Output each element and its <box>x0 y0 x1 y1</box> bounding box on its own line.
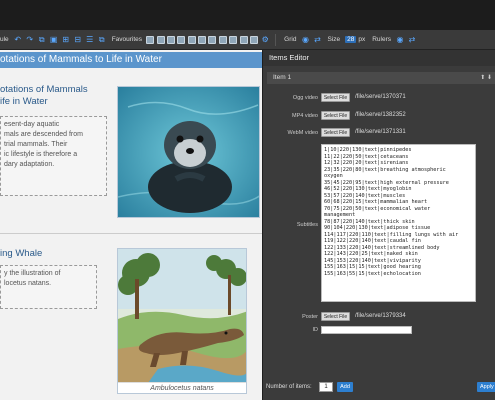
top-bar <box>0 0 495 30</box>
favourite-widget-icon[interactable] <box>166 35 175 44</box>
seal-illustration <box>118 87 259 217</box>
toolbar-left-label: ule <box>0 36 9 43</box>
image-caption[interactable]: Ambulocetus natans <box>118 382 246 393</box>
item-reorder-icons[interactable]: ⬆ ⬇ <box>480 72 492 84</box>
mp4-video-path: /file/serve/1382352 <box>355 112 406 118</box>
ungroup-icon[interactable]: ⊟ <box>73 35 82 44</box>
id-input[interactable] <box>321 326 412 334</box>
group-icon[interactable]: ⊞ <box>61 35 70 44</box>
subtitles-label: Subtitles <box>296 222 318 228</box>
ogg-video-label: Ogg video <box>292 95 318 101</box>
toolbar: ule ↶ ↷ ⧉ ▣ ⊞ ⊟ ☰ ⧉ Favourites ⚙ Grid ◉ … <box>0 30 495 50</box>
favourite-widget-icon[interactable] <box>249 35 258 44</box>
toolbar-divider <box>275 33 277 46</box>
subtitles-textarea[interactable]: 1|10|220|130|text|pinnipedes 11|22|220|5… <box>321 144 476 302</box>
favourite-widget-icon[interactable] <box>156 35 165 44</box>
favourite-widget-icon[interactable] <box>177 35 186 44</box>
favourite-widget-icon[interactable] <box>146 35 155 44</box>
grid-label: Grid <box>284 36 297 43</box>
size-label: Size <box>327 36 341 43</box>
poster-select-file-button[interactable]: Select File <box>321 312 350 321</box>
grid-size-input[interactable]: 28 <box>345 36 357 43</box>
slide-header[interactable]: otations of Mammals to Life in Water <box>0 52 262 68</box>
undo-icon[interactable]: ↶ <box>13 35 22 44</box>
ogg-video-path: /file/serve/1370371 <box>355 94 406 100</box>
copy-icon[interactable]: ⧉ <box>37 35 46 44</box>
seal-image[interactable] <box>117 86 260 218</box>
grid-visibility-icon[interactable]: ◉ <box>301 35 310 44</box>
rulers-visibility-icon[interactable]: ◉ <box>396 35 405 44</box>
item-label: Item 1 <box>273 74 292 81</box>
favourite-widget-icon[interactable] <box>218 35 227 44</box>
webm-select-file-button[interactable]: Select File <box>321 128 350 137</box>
section2-textbox[interactable]: y the illustration of locetus natans. <box>0 265 97 309</box>
section-divider <box>0 233 262 234</box>
ambulocetus-image[interactable] <box>117 248 247 394</box>
layers-icon[interactable]: ☰ <box>85 35 94 44</box>
settings-gear-icon[interactable]: ⚙ <box>261 35 270 44</box>
grid-snap-icon[interactable]: ⇄ <box>313 35 322 44</box>
favourites-label: Favourites <box>111 36 143 43</box>
redo-icon[interactable]: ↷ <box>25 35 34 44</box>
favourite-widget-icon[interactable] <box>208 35 217 44</box>
id-label: ID <box>312 327 319 333</box>
poster-label: Poster <box>302 314 318 320</box>
apply-button[interactable]: Apply <box>477 382 495 392</box>
size-unit: px <box>358 36 366 43</box>
duplicate-icon[interactable]: ⧉ <box>97 35 106 44</box>
add-button[interactable]: Add <box>337 382 353 392</box>
number-of-items-label: Number of items: <box>266 384 312 390</box>
panel-title: Items Editor <box>263 50 495 66</box>
favourite-widget-icon[interactable] <box>198 35 207 44</box>
item-header[interactable]: Item 1 ⬆ ⬇ <box>267 72 495 84</box>
favourite-widget-icon[interactable] <box>187 35 196 44</box>
mp4-select-file-button[interactable]: Select File <box>321 111 350 120</box>
number-of-items-input[interactable]: 1 <box>319 382 333 392</box>
slide-canvas: otations of Mammals to Life in Water ota… <box>0 50 262 400</box>
rulers-snap-icon[interactable]: ⇄ <box>408 35 417 44</box>
section2-title[interactable]: ing Whale <box>0 248 42 260</box>
rulers-label: Rulers <box>372 36 392 43</box>
webm-video-path: /file/serve/1371331 <box>355 129 406 135</box>
paste-icon[interactable]: ▣ <box>49 35 58 44</box>
ogg-select-file-button[interactable]: Select File <box>321 93 350 102</box>
webm-video-label: WebM video <box>287 130 318 136</box>
ambulocetus-illustration <box>118 249 246 383</box>
favourite-widget-icon[interactable] <box>229 35 238 44</box>
section1-textbox[interactable]: esent-day aquatic mals are descended fro… <box>0 116 107 196</box>
section1-title[interactable]: otations of Mammals ife in Water <box>0 84 88 108</box>
favourite-widget-icon[interactable] <box>239 35 248 44</box>
section2-text: y the illustration of locetus natans. <box>4 270 61 287</box>
mp4-video-label: MP4 video <box>292 113 318 119</box>
poster-path: /file/serve/1379334 <box>355 313 406 319</box>
